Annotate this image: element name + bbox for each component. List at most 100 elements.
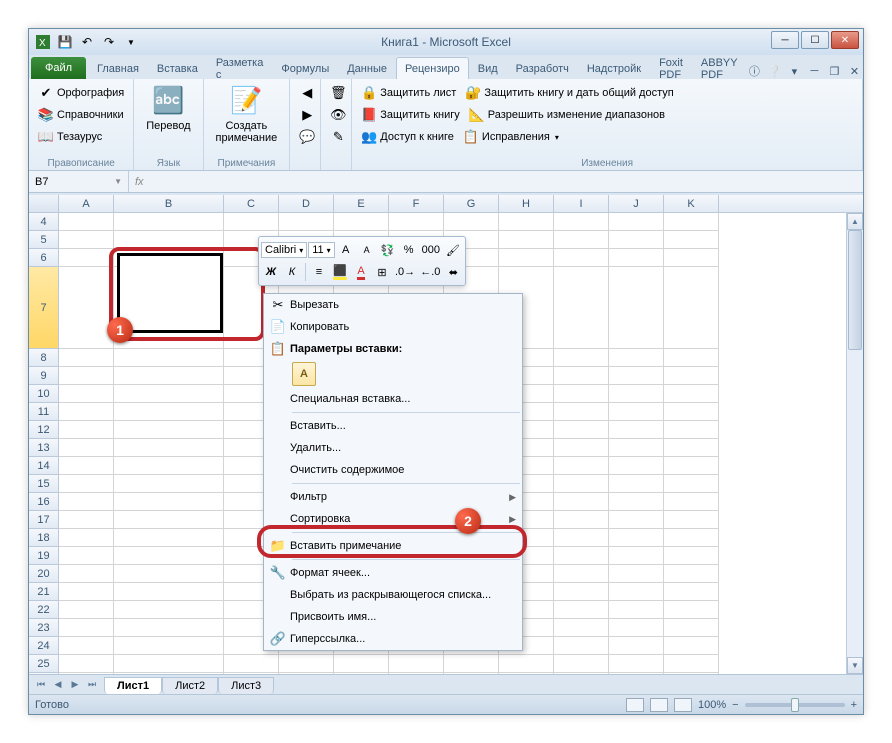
cell-A10[interactable] — [59, 385, 114, 403]
row-header-21[interactable]: 21 — [29, 583, 59, 601]
border-icon[interactable]: ⊞ — [372, 262, 392, 282]
active-cell[interactable] — [117, 253, 223, 333]
cell-I5[interactable] — [554, 231, 609, 249]
cell-A6[interactable] — [59, 249, 114, 267]
sheet-next-icon[interactable]: ▶ — [67, 677, 83, 693]
row-header-20[interactable]: 20 — [29, 565, 59, 583]
cell-G4[interactable] — [444, 213, 499, 231]
cell-D4[interactable] — [279, 213, 334, 231]
cell-B8[interactable] — [114, 349, 224, 367]
ribbon-tab-7[interactable]: Разработч — [507, 57, 578, 79]
cell-K25[interactable] — [664, 655, 719, 673]
cell-B9[interactable] — [114, 367, 224, 385]
cell-J13[interactable] — [609, 439, 664, 457]
cell-A11[interactable] — [59, 403, 114, 421]
cell-J9[interactable] — [609, 367, 664, 385]
ctx-insert-comment[interactable]: 📁Вставить примечание — [264, 535, 522, 557]
cell-K21[interactable] — [664, 583, 719, 601]
ink-button[interactable]: ✎ — [327, 128, 349, 146]
undo-icon[interactable]: ↶ — [77, 32, 97, 52]
ctx-paste-special[interactable]: Специальная вставка... — [264, 388, 522, 410]
cell-H4[interactable] — [499, 213, 554, 231]
normal-view-button[interactable] — [626, 698, 644, 712]
cell-A14[interactable] — [59, 457, 114, 475]
font-selector[interactable]: Calibri▾ — [261, 242, 307, 258]
cell-E25[interactable] — [334, 655, 389, 673]
cell-J11[interactable] — [609, 403, 664, 421]
col-header-I[interactable]: I — [554, 195, 609, 212]
cell-J10[interactable] — [609, 385, 664, 403]
percent-icon[interactable]: % — [399, 240, 419, 260]
cell-I4[interactable] — [554, 213, 609, 231]
zoom-in-button[interactable]: + — [851, 699, 857, 711]
row-header-4[interactable]: 4 — [29, 213, 59, 231]
cell-K5[interactable] — [664, 231, 719, 249]
zoom-thumb[interactable] — [791, 698, 799, 712]
cell-I22[interactable] — [554, 601, 609, 619]
cell-J17[interactable] — [609, 511, 664, 529]
col-header-F[interactable]: F — [389, 195, 444, 212]
cell-I11[interactable] — [554, 403, 609, 421]
ribbon-tab-3[interactable]: Формулы — [272, 57, 338, 79]
col-header-K[interactable]: K — [664, 195, 719, 212]
cell-C4[interactable] — [224, 213, 279, 231]
row-header-24[interactable]: 24 — [29, 637, 59, 655]
cell-J24[interactable] — [609, 637, 664, 655]
cell-B17[interactable] — [114, 511, 224, 529]
ribbon-tab-8[interactable]: Надстройк — [578, 57, 650, 79]
minimize-button[interactable]: ─ — [771, 31, 799, 49]
cell-A17[interactable] — [59, 511, 114, 529]
row-header-6[interactable]: 6 — [29, 249, 59, 267]
ctx-sort[interactable]: Сортировка▶ — [264, 508, 522, 530]
ctx-filter[interactable]: Фильтр▶ — [264, 486, 522, 508]
italic-icon[interactable]: К — [282, 262, 302, 282]
cell-I6[interactable] — [554, 249, 609, 267]
cell-B5[interactable] — [114, 231, 224, 249]
cell-A22[interactable] — [59, 601, 114, 619]
scroll-thumb[interactable] — [848, 230, 862, 350]
cell-I21[interactable] — [554, 583, 609, 601]
cell-J19[interactable] — [609, 547, 664, 565]
cell-C25[interactable] — [224, 655, 279, 673]
select-all-corner[interactable] — [29, 195, 59, 212]
sheet-prev-icon[interactable]: ◀ — [50, 677, 66, 693]
cell-B13[interactable] — [114, 439, 224, 457]
cell-A25[interactable] — [59, 655, 114, 673]
row-header-18[interactable]: 18 — [29, 529, 59, 547]
cell-I9[interactable] — [554, 367, 609, 385]
cell-J25[interactable] — [609, 655, 664, 673]
col-header-H[interactable]: H — [499, 195, 554, 212]
row-header-12[interactable]: 12 — [29, 421, 59, 439]
cell-J22[interactable] — [609, 601, 664, 619]
cell-K22[interactable] — [664, 601, 719, 619]
increase-decimal-icon[interactable]: .0→ — [393, 262, 417, 282]
cell-I7[interactable] — [554, 267, 609, 349]
cell-H6[interactable] — [499, 249, 554, 267]
cell-I20[interactable] — [554, 565, 609, 583]
cell-A23[interactable] — [59, 619, 114, 637]
cell-B22[interactable] — [114, 601, 224, 619]
cell-B14[interactable] — [114, 457, 224, 475]
cell-H5[interactable] — [499, 231, 554, 249]
cell-A24[interactable] — [59, 637, 114, 655]
cell-A12[interactable] — [59, 421, 114, 439]
cell-K12[interactable] — [664, 421, 719, 439]
cell-J4[interactable] — [609, 213, 664, 231]
col-header-G[interactable]: G — [444, 195, 499, 212]
ctx-insert[interactable]: Вставить... — [264, 415, 522, 437]
col-header-J[interactable]: J — [609, 195, 664, 212]
scroll-up-button[interactable]: ▲ — [847, 213, 863, 230]
cell-J14[interactable] — [609, 457, 664, 475]
cell-I25[interactable] — [554, 655, 609, 673]
cell-A7[interactable] — [59, 267, 114, 349]
cell-J18[interactable] — [609, 529, 664, 547]
cell-I23[interactable] — [554, 619, 609, 637]
zoom-slider[interactable] — [745, 703, 845, 707]
cell-K8[interactable] — [664, 349, 719, 367]
cell-I10[interactable] — [554, 385, 609, 403]
new-comment-button[interactable]: 📝 Создать примечание — [210, 82, 284, 148]
col-header-D[interactable]: D — [279, 195, 334, 212]
cell-B21[interactable] — [114, 583, 224, 601]
cell-I19[interactable] — [554, 547, 609, 565]
row-header-19[interactable]: 19 — [29, 547, 59, 565]
